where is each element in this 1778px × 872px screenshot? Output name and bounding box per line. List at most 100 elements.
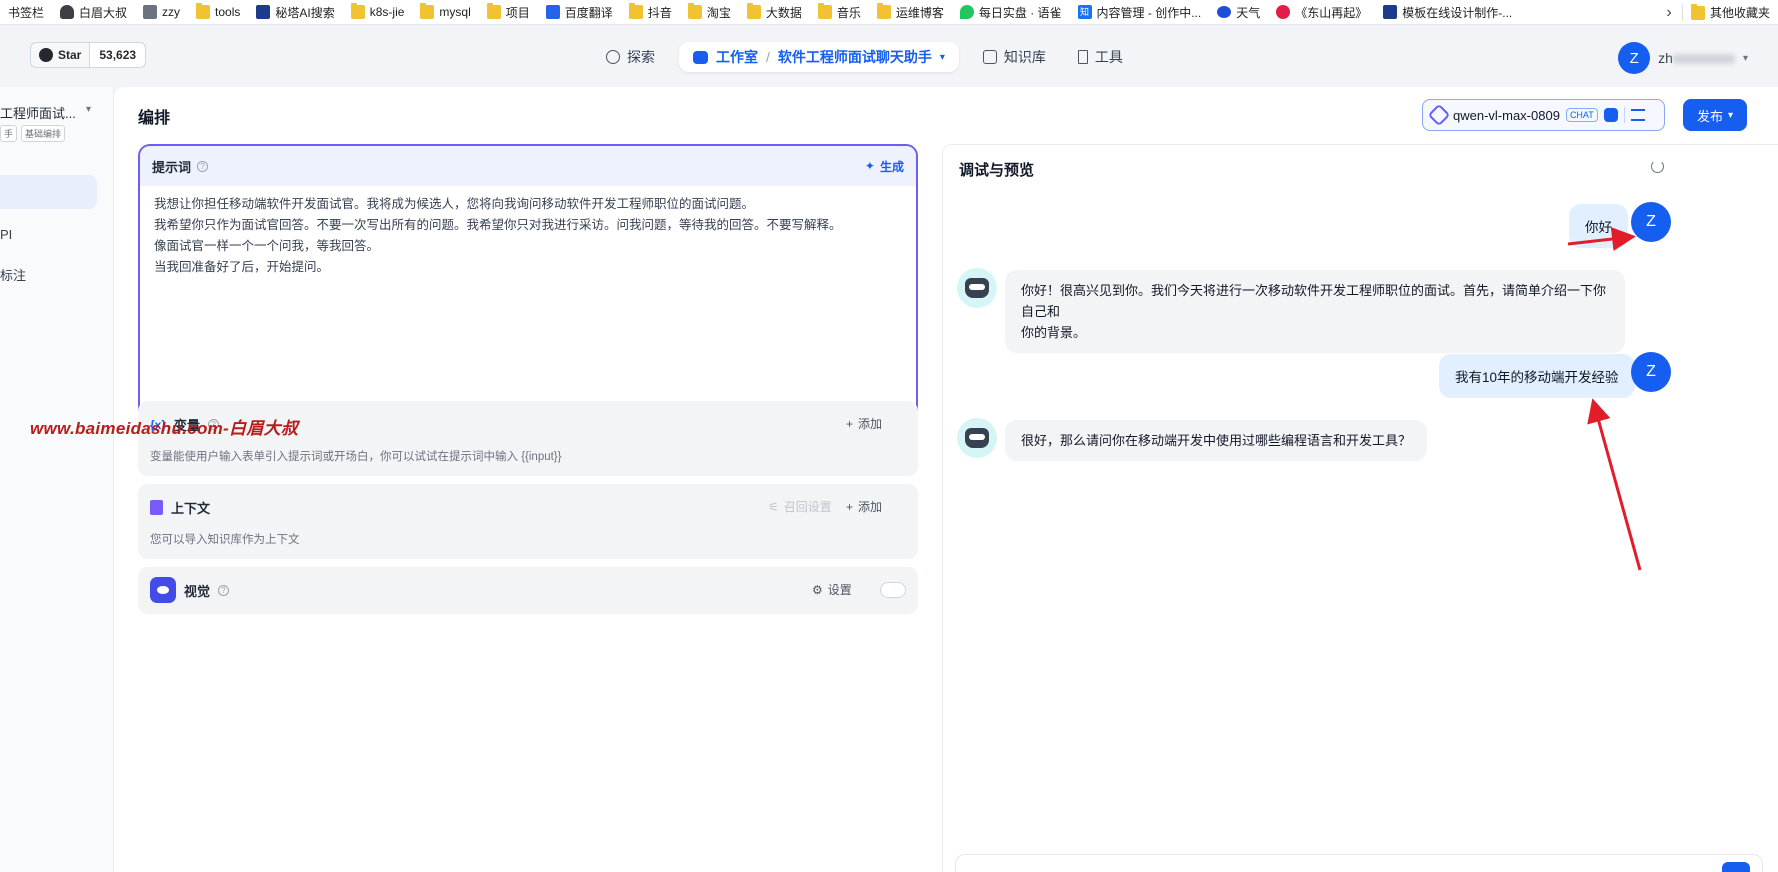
bookmark-folder[interactable]: 大数据 — [739, 0, 810, 24]
publish-button[interactable]: 发布 ▾ — [1683, 99, 1747, 131]
bookmark-item[interactable]: 每日实盘 · 语雀 — [952, 0, 1070, 24]
bookmark-folder[interactable]: 音乐 — [810, 0, 869, 24]
user-menu[interactable]: Z zh ▾ — [1618, 42, 1748, 74]
watermark: www.baimeidashu.com-白眉大叔 — [30, 419, 299, 438]
user-name: zh — [1658, 50, 1735, 66]
bookmark-item[interactable]: 天气 — [1209, 0, 1268, 24]
vision-toggle[interactable] — [880, 582, 906, 598]
sidebar-item-orchestrate[interactable] — [0, 175, 97, 209]
paw-icon — [1217, 6, 1232, 18]
github-star-count[interactable]: 53,623 — [90, 43, 146, 67]
bookmark-item[interactable]: 书签栏 — [0, 0, 52, 24]
app-switcher[interactable]: 软件工程师面试聊天助手 — [778, 47, 932, 67]
bookmark-folder[interactable]: tools — [188, 0, 248, 24]
bookmark-folder[interactable]: k8s-jie — [343, 0, 413, 24]
debug-preview-panel: 调试与预览 你好 Z 你好！很高兴见到你。我们今天将进行一次移动软件开发工程师职… — [942, 144, 1778, 872]
chevron-down-icon[interactable]: ▾ — [940, 52, 945, 63]
eye-icon — [150, 577, 176, 603]
context-section: 上下文 ⚟ 召回设置 + 添加 您可以导入知识库作为上下文 — [138, 484, 918, 559]
app-sidebar: 工程师面试... ▾ 手 基础编排 PI 标注 — [0, 87, 114, 872]
prompt-line: 我想让你担任移动端软件开发面试官。我将成为候选人，您将向我询问移动软件开发工程师… — [154, 197, 755, 211]
nav-tools[interactable]: 工具 — [1062, 42, 1139, 72]
sidebar-item-api[interactable]: PI — [0, 227, 12, 242]
sidebar-item-annotation[interactable]: 标注 — [0, 265, 26, 284]
page-icon — [143, 5, 158, 19]
design-icon — [1383, 5, 1398, 19]
prompt-title: 提示词 — [152, 159, 192, 175]
folder-icon — [817, 3, 832, 19]
github-star-label[interactable]: Star — [31, 43, 91, 67]
gear-icon: ⚙ — [812, 582, 823, 597]
bookmark-item[interactable]: 白眉大叔 — [52, 0, 135, 24]
avatar[interactable]: Z — [1618, 42, 1651, 74]
send-button[interactable] — [1722, 862, 1750, 872]
chevron-down-icon[interactable]: ▾ — [86, 104, 91, 115]
folder-icon — [196, 3, 211, 19]
sparkle-icon: ✦ — [864, 159, 875, 173]
model-name: qwen-vl-max-0809 — [1453, 107, 1560, 123]
bookmark-item[interactable]: 秘塔AI搜索 — [248, 0, 342, 24]
prompt-line: 我希望你只作为面试官回答。不要一次写出所有的问题。我希望你只对我进行采访。问我问… — [154, 218, 842, 232]
nav-knowledge[interactable]: 知识库 — [967, 42, 1062, 72]
metaso-icon — [256, 5, 271, 19]
book-icon — [982, 50, 997, 64]
nav-studio-label[interactable]: 工作室 — [716, 47, 758, 67]
folder-icon — [1690, 3, 1705, 20]
prompt-textarea[interactable]: 我想让你担任移动端软件开发面试官。我将成为候选人，您将向我询问移动软件开发工程师… — [140, 186, 916, 286]
chevron-right-icon[interactable]: › — [1656, 4, 1682, 22]
bookmark-folder[interactable]: 淘宝 — [680, 0, 739, 24]
prompt-line: 像面试官一样一个一个问我，等我回答。 — [154, 239, 380, 253]
bookmark-item[interactable]: 《东山再起》 — [1268, 0, 1375, 24]
bookmarks-overflow: › 其他收藏夹 — [1655, 0, 1778, 24]
add-context-button[interactable]: + 添加 — [846, 498, 882, 515]
user-message: 你好 — [1569, 204, 1628, 248]
main-panel: 编排 qwen-vl-max-0809 CHAT 发布 ▾ 提示词? ✦ 生成 我想… — [114, 87, 1778, 872]
model-selector[interactable]: qwen-vl-max-0809 CHAT — [1422, 99, 1665, 131]
bookmark-folder[interactable]: 运维博客 — [869, 0, 952, 24]
recall-settings-button[interactable]: ⚟ 召回设置 — [768, 498, 832, 515]
bookmark-item[interactable]: zzy — [135, 0, 188, 24]
nav-explore[interactable]: 探索 — [590, 42, 671, 72]
nav-studio[interactable]: 工作室 / 软件工程师面试聊天助手 ▾ — [679, 42, 959, 72]
sliders-icon[interactable] — [1630, 109, 1645, 121]
translate-icon — [545, 5, 560, 19]
person-icon — [60, 5, 75, 19]
variables-description: 变量能使用户输入表单引入提示词或开场白，你可以试试在提示词中输入 {{input… — [150, 451, 562, 463]
context-title: 上下文 — [171, 501, 211, 516]
plus-icon: + — [846, 499, 854, 514]
hammer-icon — [1077, 50, 1088, 64]
robot-icon — [965, 428, 989, 448]
bookmark-folder[interactable]: mysql — [412, 0, 478, 24]
github-star-button[interactable]: Star 53,623 — [30, 42, 147, 68]
robot-icon — [965, 278, 989, 298]
chat-input[interactable] — [955, 854, 1763, 872]
sidebar-app-tags: 手 基础编排 — [0, 125, 66, 142]
bookmark-item[interactable]: 百度翻译 — [538, 0, 621, 24]
help-icon[interactable]: ? — [197, 160, 209, 172]
app-tag: 手 — [0, 125, 18, 142]
generate-button[interactable]: ✦ 生成 — [865, 158, 904, 175]
bookmark-item[interactable]: 模板在线设计制作-... — [1375, 0, 1520, 24]
bookmark-other-folder[interactable]: 其他收藏夹 — [1690, 0, 1770, 24]
bookmark-folder[interactable]: 项目 — [479, 0, 538, 24]
model-mode-badge: CHAT — [1565, 108, 1598, 122]
bookmark-folder[interactable]: 抖音 — [621, 0, 680, 24]
qwen-logo-icon — [1427, 103, 1451, 127]
sliders-icon: ⚟ — [768, 499, 779, 514]
chevron-down-icon[interactable]: ▾ — [1743, 53, 1748, 64]
yuque-icon — [959, 5, 974, 19]
github-icon — [39, 48, 53, 62]
help-icon[interactable]: ? — [218, 584, 230, 596]
breadcrumb-separator: / — [766, 49, 770, 65]
chevron-down-icon: ▾ — [1727, 109, 1734, 121]
plus-icon: + — [846, 416, 854, 431]
bot-message: 很好，那么请问你在移动端开发中使用过哪些编程语言和开发工具？ — [1005, 420, 1428, 461]
bot-message: 你好！很高兴见到你。我们今天将进行一次移动软件开发工程师职位的面试。首先，请简单… — [1005, 270, 1625, 353]
bookmark-item[interactable]: 知内容管理 - 创作中... — [1070, 0, 1210, 24]
debug-title: 调试与预览 — [959, 162, 1035, 179]
add-variable-button[interactable]: + 添加 — [846, 415, 882, 432]
vision-settings-button[interactable]: ⚙ 设置 — [812, 581, 852, 598]
vision-icon — [1603, 108, 1618, 122]
sidebar-app-name[interactable]: 工程师面试... — [0, 103, 76, 122]
refresh-icon[interactable] — [1651, 160, 1664, 173]
